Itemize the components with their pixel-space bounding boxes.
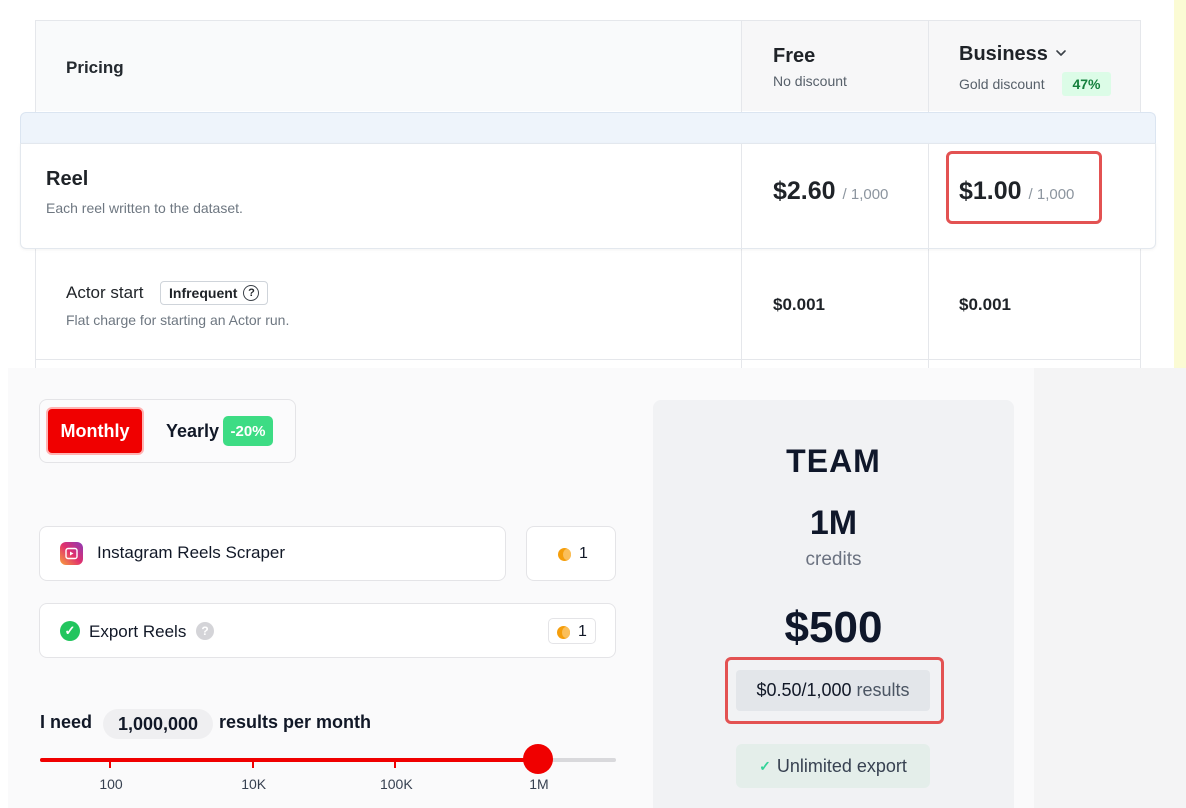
infrequent-tag[interactable]: Infrequent ? xyxy=(160,281,269,305)
chevron-down-icon[interactable] xyxy=(1054,46,1068,60)
pricing-header-label: Pricing xyxy=(66,58,124,77)
coin-icon xyxy=(557,625,570,639)
plan-discount-free: No discount xyxy=(773,73,847,89)
credit-count: 1 xyxy=(578,623,587,640)
credit-count: 1 xyxy=(579,545,588,562)
column-divider xyxy=(741,144,742,248)
yearly-button[interactable]: Yearly xyxy=(166,421,219,442)
results-amount-input[interactable]: 1,000,000 xyxy=(103,709,213,739)
row-title: Actor start xyxy=(66,283,144,302)
background-strip xyxy=(0,368,8,808)
background-strip xyxy=(1174,0,1186,368)
price-value: $2.60 xyxy=(773,177,836,205)
export-credit-value: 1 xyxy=(557,623,587,641)
export-label: Export Reels xyxy=(89,622,187,641)
slider-tick xyxy=(109,762,111,768)
column-divider xyxy=(928,144,929,248)
price-value: $1.00 xyxy=(959,177,1022,205)
free-reel-price: $2.60 / 1,000 xyxy=(773,177,888,206)
plan-name: TEAM xyxy=(786,443,881,479)
yearly-discount-badge: -20% xyxy=(223,416,273,446)
plan-name-business[interactable]: Business xyxy=(959,43,1048,66)
need-suffix: results per month xyxy=(219,712,372,732)
feature-label: Unlimited export xyxy=(776,755,907,776)
business-reel-price: $1.00 / 1,000 xyxy=(959,177,1074,206)
question-circle-icon[interactable]: ? xyxy=(196,622,214,640)
slider-fill xyxy=(40,758,538,762)
row-description: Each reel written to the dataset. xyxy=(46,200,243,216)
slider-thumb[interactable] xyxy=(523,744,553,774)
feature-unlimited-export: ✓ Unlimited export xyxy=(736,744,930,788)
plan-credits-label: credits xyxy=(805,549,862,570)
slider-tick-label: 100 xyxy=(99,776,123,792)
highlight-box xyxy=(725,657,944,724)
row-description: Flat charge for starting an Actor run. xyxy=(66,312,290,328)
actor-name: Instagram Reels Scraper xyxy=(97,543,286,562)
need-prefix: I need xyxy=(40,712,93,732)
slider-tick-label: 10K xyxy=(241,776,267,792)
slider-tick-label: 100K xyxy=(379,776,413,792)
price-unit: / 1,000 xyxy=(842,186,889,203)
check-icon: ✓ xyxy=(759,757,771,774)
background-strip xyxy=(1034,368,1186,808)
row-title: Reel xyxy=(46,168,89,190)
free-actor-start-price: $0.001 xyxy=(773,295,825,314)
price-unit: / 1,000 xyxy=(1028,186,1075,203)
plan-name-free: Free xyxy=(773,45,816,67)
plan-discount-business: Gold discount xyxy=(959,76,1045,92)
check-circle-icon: ✓ xyxy=(60,621,80,641)
slider-tick xyxy=(394,762,397,768)
slider-tick xyxy=(251,762,254,768)
highlight-band xyxy=(20,112,1156,144)
discount-badge: 47% xyxy=(1062,72,1111,96)
coin-icon xyxy=(558,547,571,561)
monthly-button[interactable]: Monthly xyxy=(46,407,144,455)
instagram-icon xyxy=(60,542,83,565)
business-actor-start-price: $0.001 xyxy=(959,295,1011,314)
table-border xyxy=(35,20,1141,21)
slider-tick-label: 1M xyxy=(529,776,549,792)
row-divider xyxy=(35,359,1141,360)
plan-price: $500 xyxy=(784,603,883,652)
actor-credit-value: 1 xyxy=(558,545,588,563)
question-circle-icon[interactable]: ? xyxy=(243,285,260,301)
tag-label: Infrequent xyxy=(169,285,238,301)
plan-credits: 1M xyxy=(809,504,858,542)
